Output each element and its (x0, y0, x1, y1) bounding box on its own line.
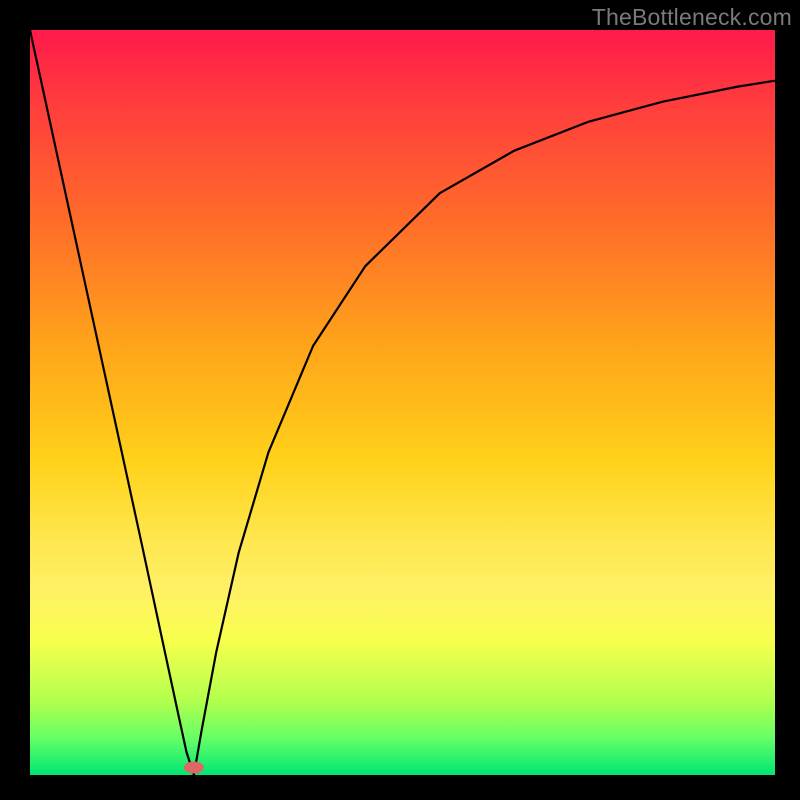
watermark-text: TheBottleneck.com (592, 4, 792, 31)
marker-dot (184, 762, 204, 774)
bottleneck-curve (30, 30, 775, 775)
chart-container: TheBottleneck.com (0, 0, 800, 800)
curve-layer (30, 30, 775, 775)
curve-svg (30, 30, 775, 775)
plot-area (30, 30, 775, 775)
